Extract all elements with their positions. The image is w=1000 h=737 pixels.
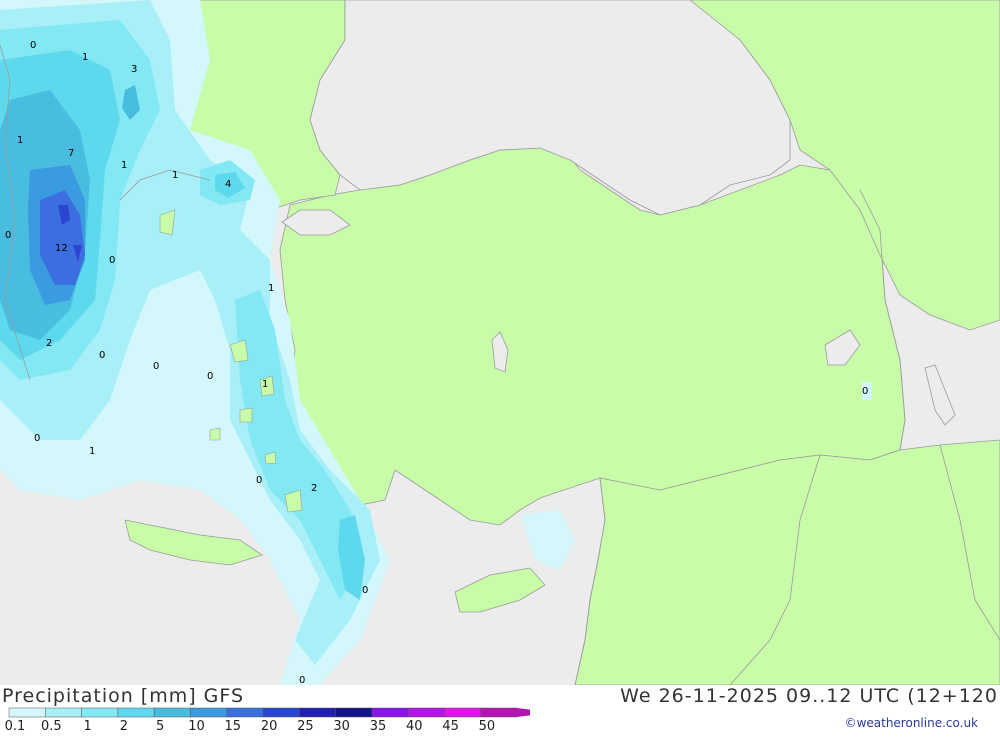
map-label: 3 [131,64,137,75]
legend-label: 2 [119,719,129,734]
legend-swatch [480,707,518,718]
map-label: 2 [46,338,52,349]
map-label: 0 [256,475,262,486]
map-label: 0 [109,255,115,266]
legend-swatch [444,707,482,718]
legend-label: 35 [369,719,387,734]
legend-label: 40 [406,719,423,734]
forecast-time: We 26-11-2025 09..12 UTC (12+120 [620,685,998,707]
legend-swatch [45,707,82,718]
legend-swatch [190,707,228,718]
legend-label: 45 [442,719,459,734]
map-label: 0 [5,230,11,241]
legend-label: 15 [224,719,242,734]
map-label: 0 [862,386,868,397]
legend-swatch [117,707,155,718]
map-label: 1 [17,135,23,146]
legend-swatch [262,707,300,718]
legend-label: 25 [297,719,314,734]
legend-label: 1 [83,719,92,734]
legend-label: 0.1 [4,719,26,734]
map-label: 0 [362,585,368,596]
map-label: 4 [225,179,231,190]
map-label: 1 [89,446,95,457]
legend-swatch [299,707,336,718]
credit-text: ©weatheronline.co.uk [844,716,978,730]
legend-swatch [153,707,191,718]
map-label: 0 [34,433,40,444]
map-label: 12 [55,243,68,254]
map-label: 1 [82,52,88,63]
legend-swatch [408,707,445,718]
legend-swatch [8,707,46,718]
legend-label: 30 [333,719,350,734]
legend-label: 0.5 [40,719,62,734]
legend-label: 20 [260,719,278,734]
precipitation-map: 0 1 3 1 7 1 1 4 0 12 0 1 2 0 0 0 1 0 1 0… [0,0,1000,685]
map-label: 1 [172,170,178,181]
map-label: 1 [268,283,274,294]
map-label: 0 [30,40,36,51]
legend-swatch [226,707,264,718]
map-label: 0 [153,361,159,372]
legend-label: 5 [156,719,165,734]
legend-swatch [335,707,373,718]
legend-swatch [81,707,119,718]
map-label: 2 [311,483,317,494]
map-label: 7 [68,148,74,159]
legend-label: 50 [478,719,496,734]
legend-swatch [371,707,409,718]
map-label: 0 [299,675,305,685]
legend-label: 10 [188,719,205,734]
map-label: 1 [262,379,268,390]
map-label: 1 [121,160,127,171]
map-label: 0 [207,371,213,382]
legend-arrow [517,708,530,717]
map-label: 0 [99,350,105,361]
legend-bar: Precipitation [mm] GFS We 26-11-2025 09.… [0,685,1000,734]
